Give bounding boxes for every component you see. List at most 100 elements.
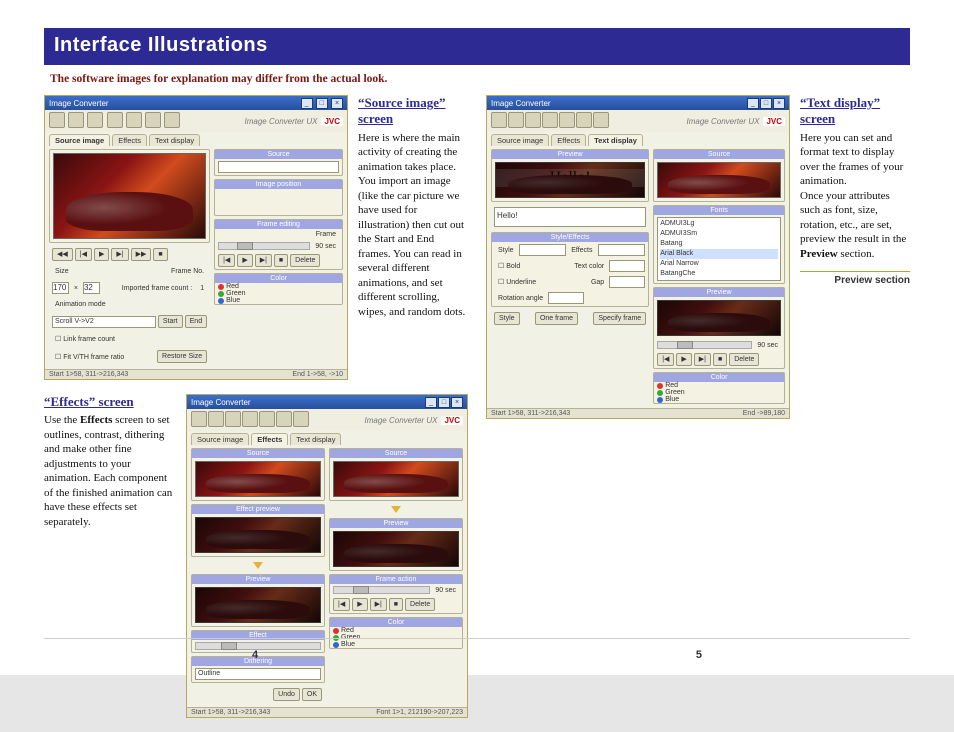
radio-red[interactable]: Red — [654, 382, 784, 389]
effects-select[interactable] — [598, 244, 646, 256]
delete-button[interactable]: Delete — [290, 254, 320, 267]
font-item[interactable]: Arial Black — [660, 249, 778, 259]
font-item[interactable]: ADMUI3Lg — [660, 219, 778, 229]
toolbar-icon[interactable] — [293, 411, 309, 427]
text-input[interactable]: Hello! — [494, 207, 646, 227]
play-button[interactable]: ▶ — [94, 248, 109, 261]
toolbar-icon[interactable] — [525, 112, 541, 128]
specify-frame-button[interactable]: Specify frame — [593, 312, 646, 325]
effect-preview-thumb[interactable] — [195, 517, 321, 553]
next-button-2[interactable]: ▶| — [255, 254, 272, 267]
style-select[interactable] — [519, 244, 567, 256]
undo-button[interactable]: Undo — [273, 688, 300, 701]
maximize-icon[interactable]: □ — [438, 397, 450, 408]
stop-button-3[interactable]: ■ — [389, 598, 403, 611]
toolbar-icon[interactable] — [191, 411, 207, 427]
close-icon[interactable]: × — [773, 98, 785, 109]
end-button[interactable]: End — [185, 315, 207, 328]
radio-blue[interactable]: Blue — [654, 396, 784, 403]
text-source-thumb[interactable] — [657, 162, 781, 198]
toolbar-icon[interactable] — [259, 411, 275, 427]
size-field-2[interactable]: 32 — [83, 282, 100, 294]
one-frame-button[interactable]: One frame — [535, 312, 578, 325]
dither-select[interactable]: Outline — [195, 668, 321, 680]
prev-button-4[interactable]: |◀ — [657, 353, 674, 366]
radio-red[interactable]: Red — [330, 627, 462, 634]
right-source-thumb[interactable] — [333, 461, 459, 497]
stop-button-2[interactable]: ■ — [274, 254, 288, 267]
maximize-icon[interactable]: □ — [760, 98, 772, 109]
tab-source[interactable]: Source image — [49, 134, 110, 146]
minimize-icon[interactable]: _ — [425, 397, 437, 408]
font-item[interactable]: Book Antiqua — [660, 279, 778, 281]
minimize-icon[interactable]: _ — [747, 98, 759, 109]
toolbar-icon[interactable] — [126, 112, 142, 128]
gap-select[interactable] — [609, 276, 645, 288]
tab-effects[interactable]: Effects — [112, 134, 147, 146]
play-button-2[interactable]: ▶ — [237, 254, 252, 267]
radio-red[interactable]: Red — [215, 283, 342, 290]
hello-preview[interactable]: Hello! — [495, 162, 645, 198]
next-button-4[interactable]: ▶| — [694, 353, 711, 366]
toolbar-icon[interactable] — [593, 112, 609, 128]
toolbar-icon[interactable] — [242, 411, 258, 427]
close-icon[interactable]: × — [451, 397, 463, 408]
effects-source-thumb[interactable] — [195, 461, 321, 497]
tab-text[interactable]: Text display — [290, 433, 341, 445]
toolbar-icon[interactable] — [87, 112, 103, 128]
frame-action-scroll[interactable] — [333, 586, 430, 594]
tab-text[interactable]: Text display — [588, 134, 643, 146]
maximize-icon[interactable]: □ — [316, 98, 328, 109]
source-file-field[interactable] — [218, 161, 339, 173]
tab-source[interactable]: Source image — [491, 134, 549, 146]
start-button[interactable]: Start — [158, 315, 183, 328]
frame-scroll[interactable] — [218, 242, 310, 250]
next-button[interactable]: ▶| — [111, 248, 128, 261]
toolbar-icon[interactable] — [49, 112, 65, 128]
underline-check[interactable]: ☐ Underline — [495, 278, 539, 286]
toolbar-icon[interactable] — [542, 112, 558, 128]
toolbar-icon[interactable] — [208, 411, 224, 427]
radio-blue[interactable]: Blue — [330, 641, 462, 648]
prev-button-2[interactable]: |◀ — [218, 254, 235, 267]
tab-source[interactable]: Source image — [191, 433, 249, 445]
textcolor-select[interactable] — [609, 260, 645, 272]
source-heading[interactable]: “Source image” screen — [358, 95, 468, 128]
toolbar-icon[interactable] — [559, 112, 575, 128]
stop-button-4[interactable]: ■ — [713, 353, 727, 366]
prev-button[interactable]: |◀ — [75, 248, 92, 261]
close-icon[interactable]: × — [331, 98, 343, 109]
style-button[interactable]: Style — [494, 312, 520, 325]
preview-thumb[interactable] — [195, 587, 321, 623]
tab-effects[interactable]: Effects — [551, 134, 586, 146]
bold-check[interactable]: ☐ Bold — [495, 262, 523, 270]
toolbar-icon[interactable] — [107, 112, 123, 128]
delete-button-2[interactable]: Delete — [405, 598, 435, 611]
anim-mode-select[interactable]: Scroll V->V2 — [52, 316, 156, 328]
first-button[interactable]: ◀◀ — [52, 248, 73, 261]
ok-button[interactable]: OK — [302, 688, 322, 701]
radio-blue[interactable]: Blue — [215, 297, 342, 304]
minimize-icon[interactable]: _ — [301, 98, 313, 109]
toolbar-icon[interactable] — [225, 411, 241, 427]
prev-button-3[interactable]: |◀ — [333, 598, 350, 611]
play-button-4[interactable]: ▶ — [676, 353, 691, 366]
text-preview-thumb[interactable] — [657, 300, 781, 336]
stop-button[interactable]: ■ — [153, 248, 167, 261]
text-heading[interactable]: “Text display” screen — [800, 95, 910, 128]
restore-size-button[interactable]: Restore Size — [157, 350, 207, 363]
preview-scroll[interactable] — [657, 341, 752, 349]
toolbar-icon[interactable] — [68, 112, 84, 128]
rotation-field[interactable] — [548, 292, 584, 304]
toolbar-icon[interactable] — [164, 112, 180, 128]
fonts-listbox[interactable]: ADMUI3Lg ADMUI3Sm Batang Arial Black Ari… — [657, 217, 781, 281]
size-field-1[interactable]: 170 — [52, 282, 69, 294]
font-item[interactable]: BatangChe — [660, 269, 778, 279]
next-button-3[interactable]: ▶| — [370, 598, 387, 611]
last-button[interactable]: ▶▶ — [131, 248, 152, 261]
toolbar-icon[interactable] — [145, 112, 161, 128]
delete-button-3[interactable]: Delete — [729, 353, 759, 366]
effects-heading[interactable]: “Effects” screen — [44, 394, 176, 410]
radio-green[interactable]: Green — [654, 389, 784, 396]
toolbar-icon[interactable] — [508, 112, 524, 128]
